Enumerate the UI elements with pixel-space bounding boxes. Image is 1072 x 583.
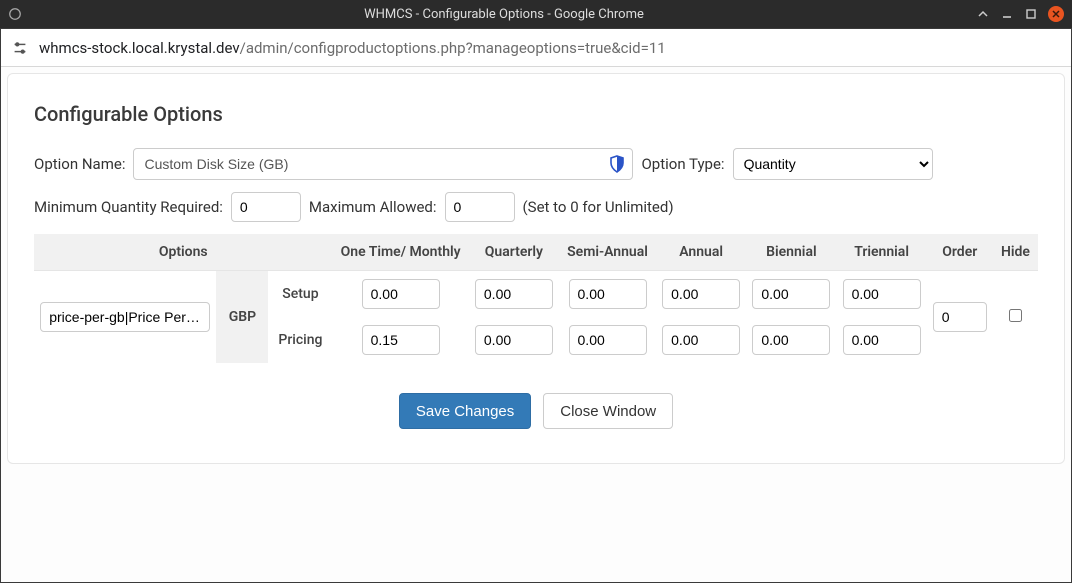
col-annual: Annual [656, 234, 746, 271]
col-biennial: Biennial [746, 234, 836, 271]
shield-icon [609, 155, 625, 173]
option-type-label: Option Type: [641, 155, 724, 173]
row-setup-label: Setup [268, 271, 332, 318]
url-path: /admin/configproductoptions.php?manageop… [240, 39, 666, 57]
url-domain: whmcs-stock.local.krystal.dev [39, 39, 240, 57]
option-type-select[interactable]: Quantity [733, 148, 933, 180]
window-titlebar: WHMCS - Configurable Options - Google Ch… [0, 0, 1072, 28]
order-input[interactable] [933, 302, 987, 332]
pricing-semi-input[interactable] [569, 325, 647, 355]
address-bar: whmcs-stock.local.krystal.dev/admin/conf… [1, 29, 1071, 67]
col-options: Options [34, 234, 332, 271]
option-name-input[interactable] [133, 148, 633, 180]
max-allowed-input[interactable] [445, 192, 515, 222]
url-display[interactable]: whmcs-stock.local.krystal.dev/admin/conf… [39, 39, 666, 57]
col-hide: Hide [993, 234, 1038, 271]
window-up-icon[interactable] [976, 7, 990, 21]
currency-label: GBP [216, 271, 268, 364]
col-order: Order [927, 234, 993, 271]
max-allowed-label: Maximum Allowed: [309, 198, 437, 216]
close-button[interactable]: Close Window [543, 393, 673, 429]
pricing-triennial-input[interactable] [843, 325, 921, 355]
setup-quarterly-input[interactable] [475, 279, 553, 309]
window-minimize-icon[interactable] [1000, 7, 1014, 21]
unlimited-hint: (Set to 0 for Unlimited) [523, 198, 674, 216]
option-name-label: Option Name: [34, 155, 125, 173]
min-qty-input[interactable] [231, 192, 301, 222]
setup-annual-input[interactable] [662, 279, 740, 309]
window-close-icon[interactable]: ✕ [1048, 6, 1064, 22]
window-title: WHMCS - Configurable Options - Google Ch… [32, 7, 976, 22]
pricing-quarterly-input[interactable] [475, 325, 553, 355]
pricing-table: Options One Time/ Monthly Quarterly Semi… [34, 234, 1038, 363]
setup-triennial-input[interactable] [843, 279, 921, 309]
page-title: Configurable Options [34, 102, 1038, 126]
col-triennial: Triennial [836, 234, 926, 271]
save-button[interactable]: Save Changes [399, 393, 531, 429]
site-settings-icon[interactable] [11, 39, 29, 57]
setup-semi-input[interactable] [569, 279, 647, 309]
setup-onetime-input[interactable] [362, 279, 440, 309]
hide-checkbox[interactable] [1009, 309, 1022, 322]
pricing-biennial-input[interactable] [752, 325, 830, 355]
col-onetime: One Time/ Monthly [332, 234, 468, 271]
col-quarterly: Quarterly [469, 234, 559, 271]
pricing-annual-input[interactable] [662, 325, 740, 355]
pricing-onetime-input[interactable] [362, 325, 440, 355]
setup-biennial-input[interactable] [752, 279, 830, 309]
window-maximize-icon[interactable] [1024, 7, 1038, 21]
option-value-input[interactable] [40, 302, 210, 332]
configurable-options-panel: Configurable Options Option Name: Option… [7, 73, 1065, 464]
pricing-row-setup: GBP Setup [34, 271, 1038, 318]
app-menu-icon [8, 7, 22, 21]
min-qty-label: Minimum Quantity Required: [34, 198, 223, 216]
col-semi: Semi-Annual [559, 234, 656, 271]
row-pricing-label: Pricing [268, 317, 332, 363]
